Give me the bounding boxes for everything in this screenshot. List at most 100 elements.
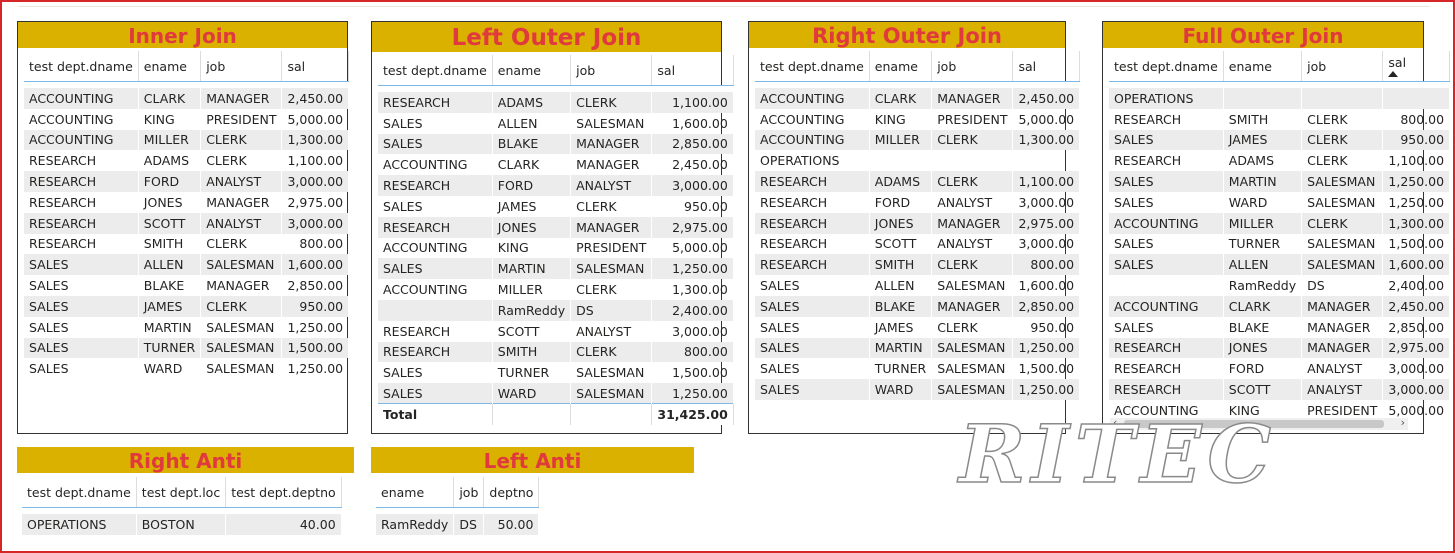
column-header-label: job — [937, 58, 957, 74]
sort-ascending-icon[interactable] — [1388, 71, 1399, 77]
table-row[interactable]: RESEARCH SCOTT ANALYST 3,000.00 — [1109, 379, 1451, 400]
column-header[interactable]: sal — [1012, 51, 1081, 82]
table-row[interactable]: ACCOUNTING CLARK MANAGER 2,450.00 — [24, 88, 350, 109]
column-header[interactable]: test dept.deptno — [225, 477, 342, 508]
left-anti-table[interactable]: ename job deptno RamReddy DS 50.00 — [376, 477, 540, 535]
table-row[interactable]: SALES MARTIN SALESMAN 1,250.00 — [1109, 171, 1451, 192]
table-row[interactable]: ACCOUNTING MILLER CLERK 1,300.00 — [378, 279, 734, 300]
column-header[interactable]: ename — [492, 55, 572, 86]
table-row[interactable]: RESEARCH SMITH CLERK 800.00 — [755, 254, 1081, 276]
table-row[interactable]: RESEARCH FORD ANALYST 3,000.00 — [24, 171, 350, 192]
table-row[interactable]: SALES JAMES CLERK 950.00 — [1109, 129, 1451, 151]
table-row[interactable]: RamReddy DS 2,400.00 — [378, 299, 734, 321]
table-row[interactable]: SALES BLAKE MANAGER 2,850.00 — [1109, 316, 1451, 338]
table-row[interactable]: SALES MARTIN SALESMAN 1,250.00 — [755, 337, 1081, 359]
table-row[interactable]: RESEARCH ADAMS CLERK 1,100.00 — [378, 92, 734, 113]
column-header[interactable]: job — [1301, 51, 1384, 82]
table-row[interactable]: SALES WARD SALESMAN 1,250.00 — [755, 379, 1081, 400]
table-row[interactable]: SALES TURNER SALESMAN 1,500.00 — [24, 337, 350, 359]
table-row[interactable]: SALES BLAKE MANAGER 2,850.00 — [24, 275, 350, 296]
table-row[interactable]: ACCOUNTING MILLER CLERK 1,300.00 — [1109, 212, 1451, 234]
column-header[interactable]: job — [200, 51, 283, 82]
column-header[interactable]: test dept.loc — [136, 477, 227, 508]
table-row[interactable]: SALES ALLEN SALESMAN 1,600.00 — [24, 254, 350, 276]
table-row[interactable]: RESEARCH ADAMS CLERK 1,100.00 — [755, 171, 1081, 192]
column-header[interactable]: job — [931, 51, 1014, 82]
table-row[interactable]: SALES JAMES CLERK 950.00 — [24, 295, 350, 317]
table-row[interactable]: RESEARCH JONES MANAGER 2,975.00 — [1109, 337, 1451, 359]
table-row[interactable]: RamReddy DS 50.00 — [376, 514, 540, 535]
table-row[interactable]: SALES ALLEN SALESMAN 1,600.00 — [1109, 254, 1451, 276]
column-header[interactable]: sal — [1382, 51, 1451, 82]
table-row[interactable]: SALES WARD SALESMAN 1,250.00 — [24, 358, 350, 380]
table-row[interactable]: RamReddy DS 2,400.00 — [1109, 275, 1451, 296]
column-header[interactable]: test dept.dname — [24, 51, 139, 82]
table-row[interactable]: SALES WARD SALESMAN 1,250.00 — [1109, 191, 1451, 213]
table-row[interactable]: SALES JAMES CLERK 950.00 — [378, 195, 734, 217]
table-row[interactable]: RESEARCH ADAMS CLERK 1,100.00 — [1109, 150, 1451, 172]
table-row[interactable]: ACCOUNTING MILLER CLERK 1,300.00 — [24, 129, 350, 151]
table-row[interactable]: SALES ALLEN SALESMAN 1,600.00 — [378, 112, 734, 134]
table-row[interactable]: RESEARCH FORD ANALYST 3,000.00 — [378, 175, 734, 196]
table-row[interactable]: OPERATIONS — [1109, 88, 1451, 109]
column-header[interactable]: job — [453, 477, 485, 508]
table-row[interactable]: ACCOUNTING KING PRESIDENT 5,000.00 — [378, 237, 734, 259]
table-row[interactable]: SALES JAMES CLERK 950.00 — [755, 316, 1081, 338]
table-cell: JONES — [492, 216, 572, 238]
table-cell: SALES — [1109, 316, 1224, 338]
column-header[interactable]: deptno — [483, 477, 540, 508]
table-row[interactable]: SALES MARTIN SALESMAN 1,250.00 — [24, 316, 350, 338]
column-header[interactable]: job — [570, 55, 653, 86]
table-row[interactable]: SALES BLAKE MANAGER 2,850.00 — [378, 133, 734, 155]
table-row[interactable]: RESEARCH SMITH CLERK 800.00 — [1109, 108, 1451, 130]
table-row[interactable]: ACCOUNTING KING PRESIDENT 5,000.00 — [755, 108, 1081, 130]
column-header[interactable]: test dept.dname — [378, 55, 493, 86]
column-header-label: sal — [1018, 58, 1037, 74]
column-header[interactable]: ename — [138, 51, 202, 82]
table-cell: SALES — [378, 112, 493, 134]
table-row[interactable]: ACCOUNTING KING PRESIDENT 5,000.00 — [24, 108, 350, 130]
table-row[interactable]: RESEARCH ADAMS CLERK 1,100.00 — [24, 150, 350, 172]
table-row[interactable]: SALES MARTIN SALESMAN 1,250.00 — [378, 258, 734, 280]
table-row[interactable]: ACCOUNTING CLARK MANAGER 2,450.00 — [378, 154, 734, 176]
table-row[interactable]: ACCOUNTING CLARK MANAGER 2,450.00 — [1109, 295, 1451, 317]
table-row[interactable]: RESEARCH SMITH CLERK 800.00 — [24, 233, 350, 255]
table-cell: CLERK — [931, 316, 1014, 338]
right-anti-table[interactable]: test dept.dname test dept.loc test dept.de… — [22, 477, 342, 535]
column-header[interactable]: test dept.dname — [1109, 51, 1224, 82]
column-header[interactable]: sal — [651, 55, 734, 86]
table-row[interactable]: RESEARCH FORD ANALYST 3,000.00 — [755, 191, 1081, 213]
table-cell: CLERK — [1301, 129, 1384, 151]
table-row[interactable]: ACCOUNTING MILLER CLERK 1,300.00 — [755, 129, 1081, 151]
table-row[interactable]: RESEARCH SCOTT ANALYST 3,000.00 — [378, 320, 734, 342]
table-row[interactable]: RESEARCH JONES MANAGER 2,975.00 — [755, 212, 1081, 234]
column-header[interactable]: test dept.dname — [22, 477, 137, 508]
column-header[interactable]: ename — [376, 477, 455, 508]
table-row[interactable]: SALES TURNER SALESMAN 1,500.00 — [378, 362, 734, 384]
table-row[interactable]: SALES ALLEN SALESMAN 1,600.00 — [755, 275, 1081, 296]
table-row[interactable]: RESEARCH JONES MANAGER 2,975.00 — [24, 191, 350, 213]
table-row[interactable]: RESEARCH SCOTT ANALYST 3,000.00 — [24, 212, 350, 234]
column-header[interactable]: ename — [869, 51, 933, 82]
table-row[interactable]: SALES TURNER SALESMAN 1,500.00 — [1109, 233, 1451, 255]
table-cell: CLERK — [200, 295, 283, 317]
table-row[interactable]: SALES TURNER SALESMAN 1,500.00 — [755, 358, 1081, 380]
scroll-right-arrow-icon[interactable]: › — [1401, 416, 1405, 429]
table-row[interactable]: RESEARCH JONES MANAGER 2,975.00 — [378, 216, 734, 238]
table-row[interactable]: OPERATIONS — [755, 150, 1081, 172]
table-row[interactable]: SALES WARD SALESMAN 1,250.00 — [378, 383, 734, 404]
right-outer-join-table[interactable]: test dept.dname ename job sal ACCOUNTING CLAR… — [755, 51, 1081, 400]
table-row[interactable]: OPERATIONS BOSTON 40.00 — [22, 514, 342, 535]
table-row[interactable]: RESEARCH SMITH CLERK 800.00 — [378, 341, 734, 363]
left-outer-join-table[interactable]: test dept.dname ename job sal RESEARCH ADAMS C… — [378, 55, 734, 425]
column-header[interactable]: ename — [1223, 51, 1303, 82]
full-outer-join-table[interactable]: test dept.dname ename job sal OPERATIONS RESE… — [1109, 51, 1451, 421]
table-row[interactable]: RESEARCH SCOTT ANALYST 3,000.00 — [755, 233, 1081, 255]
table-row[interactable]: SALES BLAKE MANAGER 2,850.00 — [755, 295, 1081, 317]
table-row[interactable]: RESEARCH FORD ANALYST 3,000.00 — [1109, 358, 1451, 380]
inner-join-table[interactable]: test dept.dname ename job sal ACCOUNTING CLAR… — [24, 51, 350, 380]
table-cell: RESEARCH — [24, 150, 139, 172]
table-row[interactable]: ACCOUNTING CLARK MANAGER 2,450.00 — [755, 88, 1081, 109]
column-header[interactable]: sal — [281, 51, 350, 82]
column-header[interactable]: test dept.dname — [755, 51, 870, 82]
